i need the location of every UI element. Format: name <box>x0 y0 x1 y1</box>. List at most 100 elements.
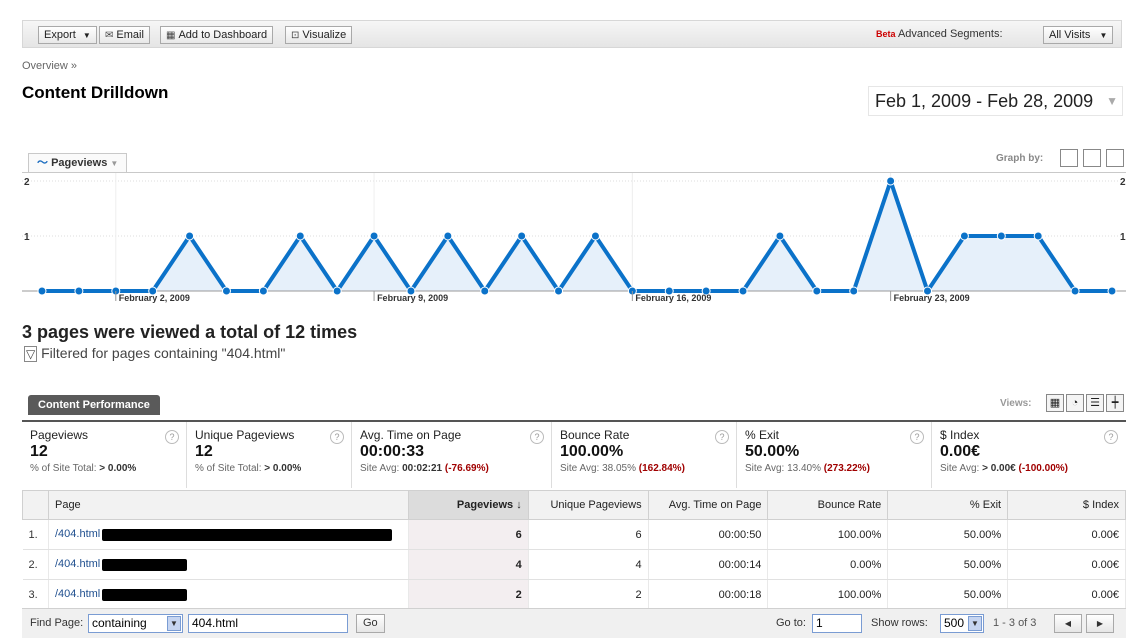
find-page-input[interactable]: 404.html <box>188 614 348 633</box>
data-point <box>554 286 564 296</box>
table-view-icon[interactable]: ▦ <box>1046 394 1064 412</box>
breadcrumb[interactable]: Overview » <box>22 60 77 72</box>
help-icon[interactable]: ? <box>910 430 924 444</box>
x-tick-label: February 23, 2009 <box>894 293 970 303</box>
help-icon[interactable]: ? <box>530 430 544 444</box>
dropdown-arrow-icon: ▼ <box>968 616 982 631</box>
segments-area: Beta Advanced Segments: <box>876 28 1003 40</box>
data-point <box>443 231 453 241</box>
dropdown-arrow-icon: ▼ <box>167 616 181 631</box>
help-icon[interactable]: ? <box>330 430 344 444</box>
add-dashboard-label: Add to Dashboard <box>178 29 268 41</box>
index-cell: 0.00€ <box>1007 549 1126 580</box>
page-link[interactable]: /404.html <box>55 588 100 600</box>
card-sub-value: > 0.00% <box>99 463 137 474</box>
column-header-pageviews[interactable]: Pageviews ↓ <box>407 490 529 520</box>
card-sub-change: (273.22%) <box>823 463 870 474</box>
metric-label: Pageviews <box>51 157 108 169</box>
dashboard-icon: ▦ <box>166 30 176 41</box>
segments-value: All Visits <box>1049 29 1091 41</box>
x-tick-label: February 2, 2009 <box>119 293 190 303</box>
card-subtext: Site Avg: 13.40% (273.22%) <box>745 463 931 474</box>
pie-view-icon[interactable]: ◔ <box>1066 394 1084 412</box>
index-cell: 0.00€ <box>1007 519 1126 550</box>
help-icon[interactable]: ? <box>1104 430 1118 444</box>
graph-by-week-icon[interactable] <box>1083 149 1101 167</box>
data-point <box>295 231 305 241</box>
scorecard-unique-pageviews: Unique Pageviews 12 % of Site Total: > 0… <box>187 422 352 488</box>
show-rows-label: Show rows: <box>871 617 928 629</box>
segments-label: Advanced Segments: <box>897 28 1003 40</box>
report-toolbar: Export ▼ ✉ Email ▦ Add to Dashboard ⊡ Visua… <box>22 20 1122 48</box>
pagination-range: 1 - 3 of 3 <box>993 617 1037 629</box>
graph-by-month-icon[interactable] <box>1106 149 1124 167</box>
pageviews-cell: 2 <box>408 579 529 610</box>
email-button[interactable]: ✉ Email <box>99 26 150 44</box>
exit-cell: 50.00% <box>887 579 1009 610</box>
tab-content-performance[interactable]: Content Performance <box>28 395 160 415</box>
card-label: Unique Pageviews <box>195 428 295 442</box>
data-point <box>1107 286 1117 296</box>
card-subtext: % of Site Total: > 0.00% <box>195 463 351 474</box>
next-page-button[interactable]: ▶ <box>1086 614 1114 633</box>
scorecard-index: $ Index 0.00€ Site Avg: > 0.00€ (-100.00… <box>932 422 1126 488</box>
chevron-right-icon: ▶ <box>1096 619 1104 628</box>
data-point <box>812 286 822 296</box>
column-header-bounce-rate[interactable]: Bounce Rate <box>767 490 889 520</box>
add-to-dashboard-button[interactable]: ▦ Add to Dashboard <box>160 26 274 44</box>
rows-value: 500 <box>944 616 965 630</box>
export-button[interactable]: Export ▼ <box>38 26 97 44</box>
bounce-rate-cell: 0.00% <box>767 549 889 580</box>
email-label: Email <box>116 29 144 41</box>
index-cell: 0.00€ <box>1007 579 1126 610</box>
card-value: 00:00:33 <box>360 443 425 460</box>
rows-per-page-select[interactable]: 500 ▼ <box>940 614 984 633</box>
column-header-unique-pageviews[interactable]: Unique Pageviews <box>527 490 649 520</box>
page-link[interactable]: /404.html <box>55 558 100 570</box>
goto-input[interactable]: 1 <box>812 614 862 633</box>
data-point <box>332 286 342 296</box>
help-icon[interactable]: ? <box>165 430 179 444</box>
card-value: 100.00% <box>560 443 624 460</box>
x-tick-label: February 16, 2009 <box>635 293 711 303</box>
export-label: Export <box>44 29 76 41</box>
pageviews-cell: 4 <box>408 549 529 580</box>
metric-selector[interactable]: 〜 Pageviews ▼ <box>28 153 128 173</box>
row-number: 1. <box>22 519 49 550</box>
column-header-avg-time[interactable]: Avg. Time on Page <box>647 490 769 520</box>
chart-svg: 1 1 2 2 February 2, 2009 February 9, 2009 Febr… <box>22 173 1126 303</box>
line-chart-icon: 〜 <box>37 157 48 169</box>
table-row: 3. /404.html 2 2 00:00:18 100.00% 50.00%… <box>22 579 1126 610</box>
summary-headline: 3 pages were viewed a total of 12 times <box>22 322 358 342</box>
graph-by-day-icon[interactable] <box>1060 149 1078 167</box>
match-type-select[interactable]: containing ▼ <box>88 614 183 633</box>
go-button[interactable]: Go <box>356 614 385 633</box>
card-subtext: % of Site Total: > 0.00% <box>30 463 186 474</box>
data-point <box>738 286 748 296</box>
help-icon[interactable]: ? <box>715 430 729 444</box>
page-title: Content Drilldown <box>22 83 169 102</box>
column-header-exit[interactable]: % Exit <box>887 490 1009 520</box>
segments-select[interactable]: All Visits ▼ <box>1043 26 1114 44</box>
visualize-label: Visualize <box>302 29 347 41</box>
column-header-index[interactable]: $ Index <box>1007 490 1126 520</box>
date-range-text: Feb 1, 2009 - Feb 28, 2009 <box>875 91 1094 111</box>
comparison-view-icon[interactable]: ☰ <box>1086 394 1104 412</box>
card-sub-change: (162.84%) <box>638 463 685 474</box>
page-link[interactable]: /404.html <box>55 528 100 540</box>
pivot-view-icon[interactable]: ┿ <box>1106 394 1124 412</box>
card-subtext: Site Avg: > 0.00€ (-100.00%) <box>940 463 1126 474</box>
row-number: 2. <box>22 549 49 580</box>
date-range-picker[interactable]: Feb 1, 2009 - Feb 28, 2009 ▼ <box>868 86 1123 116</box>
y-tick-label-right: 2 <box>1120 177 1126 188</box>
data-point <box>74 286 84 296</box>
filter-icon: ▽ <box>24 346 38 362</box>
avg-time-cell: 00:00:18 <box>648 579 769 610</box>
goto-label: Go to: <box>776 617 806 629</box>
data-point <box>775 231 785 241</box>
previous-page-button[interactable]: ◀ <box>1054 614 1082 633</box>
column-header-page[interactable]: Page <box>47 490 409 520</box>
visualize-button[interactable]: ⊡ Visualize <box>285 26 353 44</box>
card-sub-prefix: Site Avg: 13.40% <box>745 463 824 474</box>
visualize-icon: ⊡ <box>291 30 300 41</box>
